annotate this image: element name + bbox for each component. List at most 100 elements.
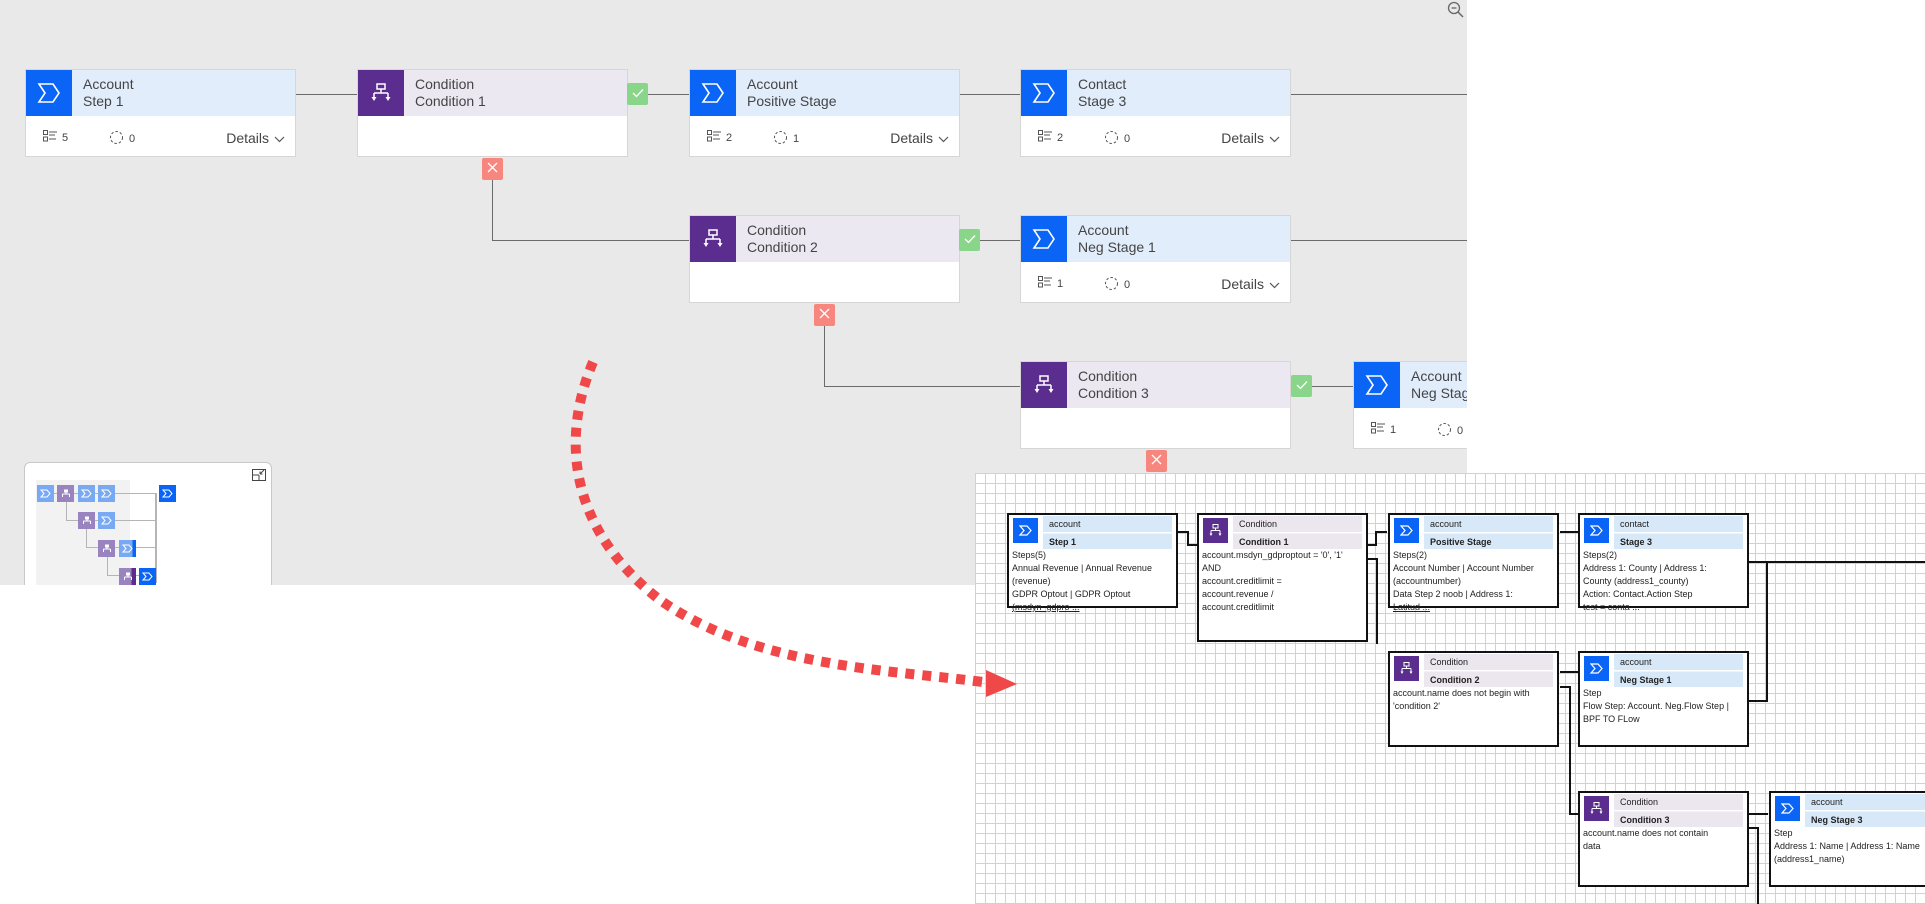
flow-diagram-grid: account Step 1 Steps(5) Annual Revenue | … (975, 473, 1925, 904)
steps-count: 2 (1038, 130, 1063, 145)
details-toggle[interactable]: Details (226, 130, 285, 146)
stage-name: Step 1 (83, 93, 124, 109)
stage-header: Account Step 1 (26, 70, 295, 116)
minimap-stage-node (119, 540, 136, 557)
workflow-count: 1 (773, 130, 799, 148)
connector (824, 326, 825, 387)
stage-name: Neg Stage (1411, 385, 1467, 401)
true-branch-badge[interactable] (1291, 375, 1312, 397)
condition-card-condition-2[interactable]: Condition Condition 2 (689, 215, 960, 303)
card-entity: Condition (1614, 794, 1743, 810)
stage-card-step-1[interactable]: Account Step 1 5 0 Details (25, 69, 296, 157)
minimap-condition-node (119, 568, 136, 585)
card-body: account.name does not begin with'conditi… (1393, 688, 1530, 711)
stage-icon (1021, 216, 1067, 262)
stage-entity: Account (1411, 368, 1462, 384)
minimap-stage-node (159, 485, 176, 502)
card-name: Condition 2 (1424, 671, 1553, 687)
details-toggle[interactable]: Details (1221, 130, 1280, 146)
card-name: Stage 3 (1614, 533, 1743, 549)
condition-name: Condition 1 (415, 93, 486, 109)
minimap-connector (37, 493, 155, 494)
workflow-icon (1437, 422, 1452, 440)
stage-icon (1584, 656, 1609, 681)
card-entity: Condition (1233, 516, 1362, 532)
connector (1312, 386, 1353, 387)
zoom-out-icon[interactable] (1446, 0, 1466, 20)
diagram-card-condition-1[interactable]: Condition Condition 1 account.msdyn_gdpr… (1197, 513, 1368, 642)
condition-branch-icon (1394, 656, 1419, 681)
card-entity: Condition (1424, 654, 1553, 670)
workflow-icon (1104, 276, 1119, 294)
diagram-card-condition-2[interactable]: Condition Condition 2 account.name does … (1388, 651, 1559, 747)
diagram-card-neg-stage-1[interactable]: account Neg Stage 1 Step Flow Step: Accou… (1578, 651, 1749, 747)
connector (492, 180, 493, 241)
minimap[interactable] (24, 462, 272, 585)
false-branch-badge[interactable] (814, 304, 835, 326)
stage-header: Account Neg Stage 1 (1021, 216, 1290, 262)
steps-count: 5 (43, 130, 68, 145)
details-toggle[interactable]: Details (890, 130, 949, 146)
condition-card-condition-3[interactable]: Condition Condition 3 (1020, 361, 1291, 449)
diagram-connector (1757, 827, 1759, 904)
false-branch-badge[interactable] (482, 158, 503, 180)
card-entity: contact (1614, 516, 1743, 532)
diagram-card-positive-stage[interactable]: account Positive Stage Steps(2) Account N… (1388, 513, 1559, 612)
steps-count: 2 (707, 130, 732, 145)
steps-count: 1 (1038, 276, 1063, 291)
diagram-card-condition-3[interactable]: Condition Condition 3 account.name does … (1578, 791, 1749, 887)
close-icon (1151, 452, 1162, 470)
true-branch-badge[interactable] (959, 229, 980, 251)
checkmark-icon (964, 231, 976, 249)
stage-icon (1354, 362, 1400, 408)
diagram-connector (1766, 561, 1768, 701)
card-entity: account (1424, 516, 1553, 532)
workflow-icon (1104, 130, 1119, 148)
connector (1291, 240, 1467, 241)
diagram-connector (1376, 558, 1378, 644)
steps-list-icon (1038, 130, 1052, 145)
diagram-connector (1375, 531, 1387, 533)
card-name: Condition 1 (1233, 533, 1362, 549)
card-name: Neg Stage 1 (1614, 671, 1743, 687)
close-icon (819, 306, 830, 324)
diagram-card-neg-stage-3[interactable]: account Neg Stage 3 Step Address 1: Name … (1769, 791, 1925, 887)
minimap-condition-node (78, 512, 95, 529)
stage-entity: Account (83, 76, 134, 92)
minimap-condition-node (98, 540, 115, 557)
steps-list-icon (43, 130, 57, 145)
card-body: Steps(5) Annual Revenue | Annual Revenue(… (1012, 550, 1152, 612)
card-name: Positive Stage (1424, 533, 1553, 549)
condition-card-condition-1[interactable]: Condition Condition 1 (357, 69, 628, 157)
minimap-stage-node (37, 485, 54, 502)
condition-header: Condition Condition 1 (358, 70, 627, 116)
condition-header: Condition Condition 3 (1021, 362, 1290, 408)
false-branch-badge[interactable] (1146, 450, 1167, 472)
workflow-count: 0 (1437, 422, 1463, 440)
stage-icon (26, 70, 72, 116)
minimap-condition-node (57, 485, 74, 502)
chevron-down-icon (938, 130, 949, 146)
workflow-count: 0 (1104, 130, 1130, 148)
stage-card-neg-stage-1[interactable]: Account Neg Stage 1 1 0 Details (1020, 215, 1291, 303)
checkmark-icon (632, 85, 644, 103)
stage-card-neg-stage[interactable]: Account Neg Stage 1 0 (1353, 361, 1467, 449)
minimap-collapse-icon[interactable] (252, 468, 266, 481)
diagram-card-step-1[interactable]: account Step 1 Steps(5) Annual Revenue | … (1007, 513, 1178, 612)
stage-card-positive-stage[interactable]: Account Positive Stage 2 1 Details (689, 69, 960, 157)
condition-name: Condition 3 (1078, 385, 1149, 401)
condition-header: Condition Condition 2 (690, 216, 959, 262)
details-toggle[interactable]: Details (1221, 276, 1280, 292)
card-body: account.name does not contain data (1583, 828, 1709, 851)
workflow-count: 0 (109, 130, 135, 148)
card-name: Neg Stage 3 (1805, 811, 1925, 827)
workflow-icon (773, 130, 788, 148)
condition-branch-icon (358, 70, 404, 116)
condition-entity: Condition (415, 76, 475, 92)
true-branch-badge[interactable] (627, 83, 648, 105)
chevron-down-icon (1269, 130, 1280, 146)
diagram-card-stage-3[interactable]: contact Stage 3 Steps(2) Address 1: Count… (1578, 513, 1749, 612)
diagram-connector (1748, 561, 1767, 563)
close-icon (487, 160, 498, 178)
stage-card-stage-3[interactable]: Contact Stage 3 2 0 Details (1020, 69, 1291, 157)
